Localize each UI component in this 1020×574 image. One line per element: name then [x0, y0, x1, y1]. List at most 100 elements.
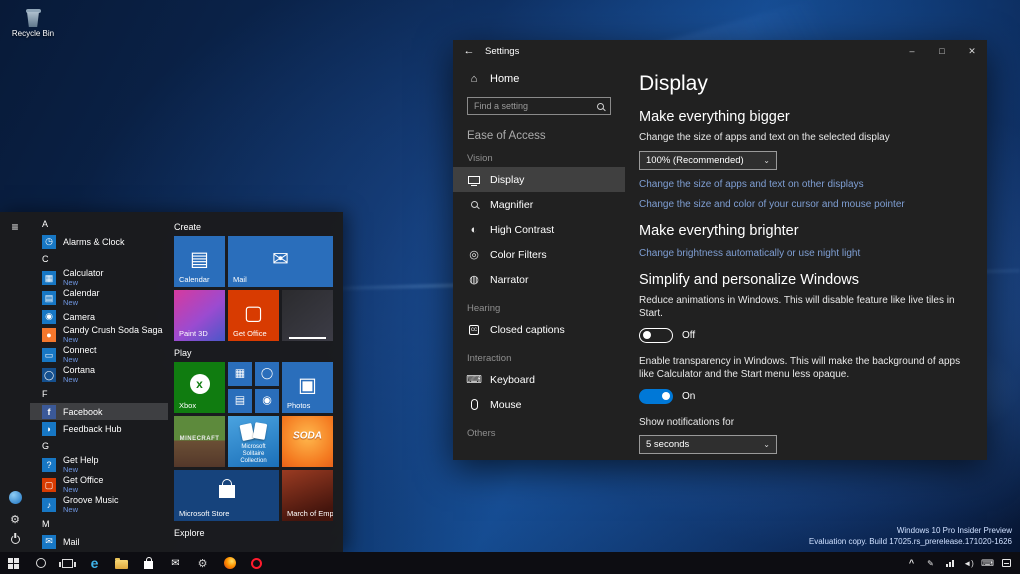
task-view-icon: [62, 559, 73, 568]
hamburger-menu-icon[interactable]: ≡: [0, 220, 30, 234]
notifications-label: Show notifications for: [639, 416, 963, 430]
volume-icon: ◄): [963, 559, 974, 568]
nav-item-mouse[interactable]: Mouse: [453, 392, 625, 417]
tile-minecraft[interactable]: MINECRAFT: [174, 416, 225, 467]
settings-search-input[interactable]: [474, 101, 593, 111]
taskbar-mail[interactable]: ✉: [162, 552, 189, 574]
groove-music-icon: ♪: [42, 498, 56, 512]
minimize-button[interactable]: –: [897, 40, 927, 62]
tile-paint3d[interactable]: Paint 3D: [174, 290, 225, 341]
titlebar[interactable]: ← Settings – □ ✕: [453, 40, 987, 62]
recycle-bin[interactable]: Recycle Bin: [4, 8, 62, 38]
recycle-bin-label: Recycle Bin: [4, 29, 62, 38]
tile-candy-crush-soda[interactable]: SODA: [282, 416, 333, 467]
scale-dropdown[interactable]: 100% (Recommended) ⌄: [639, 151, 777, 170]
tile-microsoft-store[interactable]: Microsoft Store: [174, 470, 279, 521]
applist-item-get-help[interactable]: ? Get HelpNew: [30, 455, 168, 475]
tile-xbox[interactable]: x Xbox: [174, 362, 225, 413]
user-avatar[interactable]: [9, 491, 22, 504]
tile-group-explore[interactable]: Explore: [174, 528, 339, 538]
chevron-down-icon: ⌄: [763, 440, 770, 449]
gear-icon: ⚙: [198, 557, 208, 570]
search-icon: [597, 103, 604, 110]
network-tray-button[interactable]: [940, 552, 959, 574]
nav-item-display[interactable]: Display: [453, 167, 625, 192]
pen-tray-button[interactable]: ✎: [921, 552, 940, 574]
nav-item-label: Narrator: [490, 274, 529, 286]
applist-item-calendar[interactable]: ▤ CalendarNew: [30, 288, 168, 308]
hidden-icons-button[interactable]: ^: [902, 552, 921, 574]
applist-item-facebook[interactable]: f Facebook: [30, 403, 168, 420]
taskbar-store[interactable]: [135, 552, 162, 574]
touch-keyboard-button[interactable]: ⌨: [978, 552, 997, 574]
tile-group-play[interactable]: Play: [174, 348, 339, 358]
new-badge: New: [63, 279, 104, 287]
scale-dropdown-value: 100% (Recommended): [646, 155, 744, 166]
cortana-search-button[interactable]: [27, 552, 54, 574]
reduce-animations-toggle[interactable]: [639, 328, 673, 343]
mail-icon: ✉: [171, 558, 179, 569]
action-center-button[interactable]: [997, 552, 1016, 574]
taskbar-settings[interactable]: ⚙: [189, 552, 216, 574]
applist-item-groove-music[interactable]: ♪ Groove MusicNew: [30, 495, 168, 515]
nav-item-home[interactable]: ⌂ Home: [453, 68, 625, 90]
color-filters-icon: ◎: [467, 248, 481, 261]
applist-item-feedback-hub[interactable]: ◗ Feedback Hub: [30, 420, 168, 437]
playing-card-icon: [253, 422, 268, 440]
applist-letter[interactable]: C: [30, 250, 168, 268]
applist-item-alarms-clock[interactable]: ◷ Alarms & Clock: [30, 233, 168, 250]
tile-get-office[interactable]: ▢ Get Office: [228, 290, 279, 341]
taskbar-edge[interactable]: e: [81, 552, 108, 574]
closed-captions-icon: cc: [467, 325, 481, 335]
link-other-displays[interactable]: Change the size of apps and text on othe…: [639, 179, 963, 190]
nav-item-closed-captions[interactable]: cc Closed captions: [453, 317, 625, 342]
applist-item-candy-crush[interactable]: ● Candy Crush Soda SagaNew: [30, 325, 168, 345]
applist-item-camera[interactable]: ◉ Camera: [30, 308, 168, 325]
nav-item-high-contrast[interactable]: ◐ High Contrast: [453, 217, 625, 242]
taskbar-opera[interactable]: [243, 552, 270, 574]
task-view-button[interactable]: [54, 552, 81, 574]
back-button[interactable]: ←: [453, 45, 485, 57]
start-button[interactable]: [0, 552, 27, 574]
app-tile-small[interactable]: ◯: [255, 362, 279, 386]
link-brightness-night-light[interactable]: Change brightness automatically or use n…: [639, 248, 963, 259]
applist-item-cortana[interactable]: ◯ CortanaNew: [30, 365, 168, 385]
nav-item-keyboard[interactable]: ⌨ Keyboard: [453, 367, 625, 392]
applist-item-calculator[interactable]: ▦ CalculatorNew: [30, 268, 168, 288]
power-icon[interactable]: [11, 535, 20, 544]
notifications-dropdown[interactable]: 5 seconds ⌄: [639, 435, 777, 454]
volume-tray-button[interactable]: ◄): [959, 552, 978, 574]
tile-mail[interactable]: ✉ Mail: [228, 236, 333, 287]
app-tile-small[interactable]: ▦: [228, 362, 252, 386]
taskbar-firefox[interactable]: [216, 552, 243, 574]
nav-item-narrator[interactable]: ◍ Narrator: [453, 267, 625, 292]
nav-item-color-filters[interactable]: ◎ Color Filters: [453, 242, 625, 267]
link-cursor-pointer[interactable]: Change the size and color of your cursor…: [639, 199, 963, 210]
maximize-button[interactable]: □: [927, 40, 957, 62]
cortana-circle-icon: [36, 558, 46, 568]
applist-letter[interactable]: A: [30, 215, 168, 233]
applist-letter[interactable]: M: [30, 515, 168, 533]
applist-item-connect[interactable]: ▭ ConnectNew: [30, 345, 168, 365]
tile-solitaire[interactable]: Microsoft Solitaire Collection: [228, 416, 279, 467]
applist-item-get-office[interactable]: ▢ Get OfficeNew: [30, 475, 168, 495]
taskbar-file-explorer[interactable]: [108, 552, 135, 574]
settings-search-box[interactable]: [467, 97, 611, 115]
app-tile-small[interactable]: ◉: [255, 389, 279, 413]
app-tile-small[interactable]: ▤: [228, 389, 252, 413]
tile-march-of-empires[interactable]: March of Emp...: [282, 470, 333, 521]
applist-item-mail[interactable]: ✉ Mail: [30, 533, 168, 550]
tile-downloading[interactable]: [282, 290, 333, 341]
applist-letter[interactable]: F: [30, 385, 168, 403]
nav-item-magnifier[interactable]: Magnifier: [453, 192, 625, 217]
tile-calendar[interactable]: ▤ Calendar: [174, 236, 225, 287]
transparency-toggle[interactable]: [639, 389, 673, 404]
keyboard-icon: ⌨: [467, 373, 481, 386]
settings-gear-icon[interactable]: ⚙: [10, 513, 20, 526]
tile-photos[interactable]: ▣ Photos: [282, 362, 333, 413]
settings-body: ⌂ Home Ease of Access Vision Display Mag…: [453, 62, 987, 460]
tile-group-create[interactable]: Create: [174, 222, 339, 232]
applist-letter[interactable]: G: [30, 437, 168, 455]
settings-sidebar: ⌂ Home Ease of Access Vision Display Mag…: [453, 62, 625, 460]
close-button[interactable]: ✕: [957, 40, 987, 62]
